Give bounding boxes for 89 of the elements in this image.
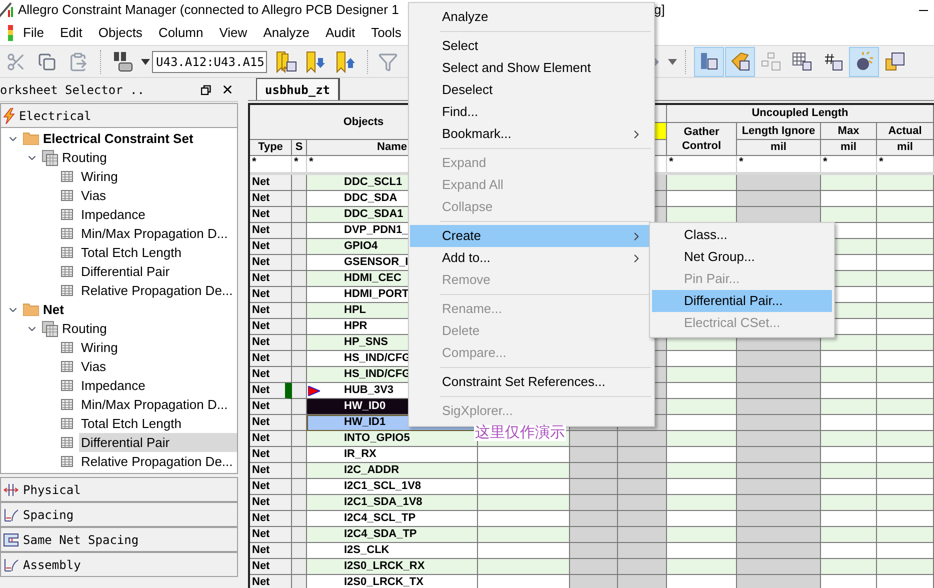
table-cell: Net <box>250 351 292 367</box>
table-cell[interactable]: IR_RX <box>307 447 478 463</box>
filter-field[interactable]: * <box>292 156 307 172</box>
tree-item[interactable]: Routing <box>60 319 238 338</box>
tree-item[interactable]: Wiring <box>79 338 238 357</box>
table-cell: Net <box>250 527 292 543</box>
column-header[interactable]: Actual <box>877 123 934 140</box>
tree-item[interactable]: Routing <box>60 148 238 167</box>
table-cell: Net <box>250 207 292 223</box>
menu-item[interactable]: Select <box>410 35 653 57</box>
section-header[interactable]: Spacing <box>0 502 238 527</box>
table-cell: Net <box>250 239 292 255</box>
table-cell: Net <box>250 511 292 527</box>
column-header[interactable]: Length Ignore <box>737 123 821 140</box>
net-selector-dropdown[interactable]: U43.A12:U43.A15 <box>152 50 267 72</box>
table-cell: Net <box>250 287 292 303</box>
table-cell[interactable]: I2C4_SCL_TP <box>307 511 478 527</box>
tree-item[interactable]: Vias <box>79 186 238 205</box>
menu-item[interactable]: Edit <box>52 22 90 42</box>
table-cell: Net <box>250 463 292 479</box>
menu-item[interactable]: View <box>211 22 256 42</box>
table-cell: Net <box>250 383 292 399</box>
section-header[interactable]: Physical <box>0 477 238 502</box>
table-cell[interactable]: I2S0_LRCK_RX <box>307 559 478 575</box>
filter-field[interactable]: * <box>737 156 821 172</box>
table-cell: Net <box>250 223 292 239</box>
table-cell[interactable]: I2S0_LRCK_TX <box>307 575 478 588</box>
tree-item[interactable]: Net <box>41 300 238 319</box>
table-cell: Net <box>250 319 292 335</box>
tree-item[interactable]: Min/Max Propagation D... <box>79 395 238 414</box>
filter-field[interactable]: * <box>821 156 877 172</box>
table-cell: Net <box>250 255 292 271</box>
tree-item[interactable]: Wiring <box>79 167 238 186</box>
menu-item[interactable]: Deselect <box>410 79 653 101</box>
table-cell[interactable]: I2C1_SCL_1V8 <box>307 479 478 495</box>
table-cell: Net <box>250 495 292 511</box>
table-cell: Net <box>250 335 292 351</box>
menu-item[interactable]: Audit <box>317 22 364 42</box>
section-header[interactable]: Assembly <box>0 552 238 577</box>
tree-item[interactable]: Total Etch Length <box>79 243 238 262</box>
filter-field[interactable]: * <box>667 156 737 172</box>
menu-item[interactable]: Tools <box>363 22 410 42</box>
menu-item[interactable]: Select and Show Element <box>410 57 653 79</box>
tree-item[interactable]: Relative Propagation De... <box>79 452 238 471</box>
table-cell: Net <box>250 399 292 415</box>
tree-item[interactable]: Impedance <box>79 376 238 395</box>
menu-item[interactable]: Analyze <box>410 6 653 28</box>
worksheet-tab[interactable]: usbhub_zt <box>256 78 340 100</box>
tree-item[interactable]: Electrical Constraint Set <box>41 129 238 148</box>
table-cell[interactable]: I2S_CLK <box>307 543 478 559</box>
annotation-text: 这里仅作演示 <box>474 425 566 441</box>
window-title: Allegro Constraint Manager (connected to Allegro PCB Designer 1 <box>18 2 399 17</box>
filter-field[interactable]: * <box>250 156 292 172</box>
table-cell: Net <box>250 175 292 191</box>
column-header[interactable]: Max <box>821 123 877 140</box>
table-cell: Net <box>250 543 292 559</box>
table-cell: Net <box>250 415 292 431</box>
table-cell: Net <box>250 479 292 495</box>
table-cell[interactable]: I2C1_SDA_1V8 <box>307 495 478 511</box>
table-cell[interactable]: I2C4_SDA_TP <box>307 527 478 543</box>
menu-item[interactable]: Column <box>150 22 212 42</box>
tree-item[interactable]: Relative Propagation De... <box>79 281 238 300</box>
filter-field[interactable]: * <box>877 156 934 172</box>
tree-item[interactable]: Min/Max Propagation D... <box>79 224 238 243</box>
table-cell: Net <box>250 303 292 319</box>
table-cell: Net <box>250 191 292 207</box>
column-group-header: Uncoupled Length <box>667 105 934 123</box>
table-cell: Net <box>250 447 292 463</box>
menu-item[interactable]: Objects <box>90 22 150 42</box>
menu-item[interactable]: File <box>15 22 52 42</box>
window-title: g] <box>654 1 665 20</box>
menu-item[interactable]: Net Group... <box>652 246 832 268</box>
tree-item[interactable]: Total Etch Length <box>79 414 238 433</box>
tree-item[interactable]: Differential Pair <box>79 262 238 281</box>
table-cell: Net <box>250 431 292 447</box>
tree-item[interactable]: Differential Pair <box>79 433 238 452</box>
table-cell: Net <box>250 575 292 588</box>
tree-item[interactable]: Vias <box>79 357 238 376</box>
tree-item[interactable]: Impedance <box>79 205 238 224</box>
section-header[interactable]: Same Net Spacing <box>0 527 238 552</box>
table-cell: Net <box>250 271 292 287</box>
menu-item[interactable]: Analyze <box>255 22 318 42</box>
table-cell[interactable]: I2C_ADDR <box>307 463 478 479</box>
table-cell: Net <box>250 367 292 383</box>
menu-item[interactable]: Differential Pair... <box>652 290 832 312</box>
panel-title: orksheet Selector .. <box>0 82 146 98</box>
section-header[interactable]: Electrical <box>0 103 238 128</box>
table-cell: Net <box>250 559 292 575</box>
menu-item[interactable]: Class... <box>652 224 832 246</box>
